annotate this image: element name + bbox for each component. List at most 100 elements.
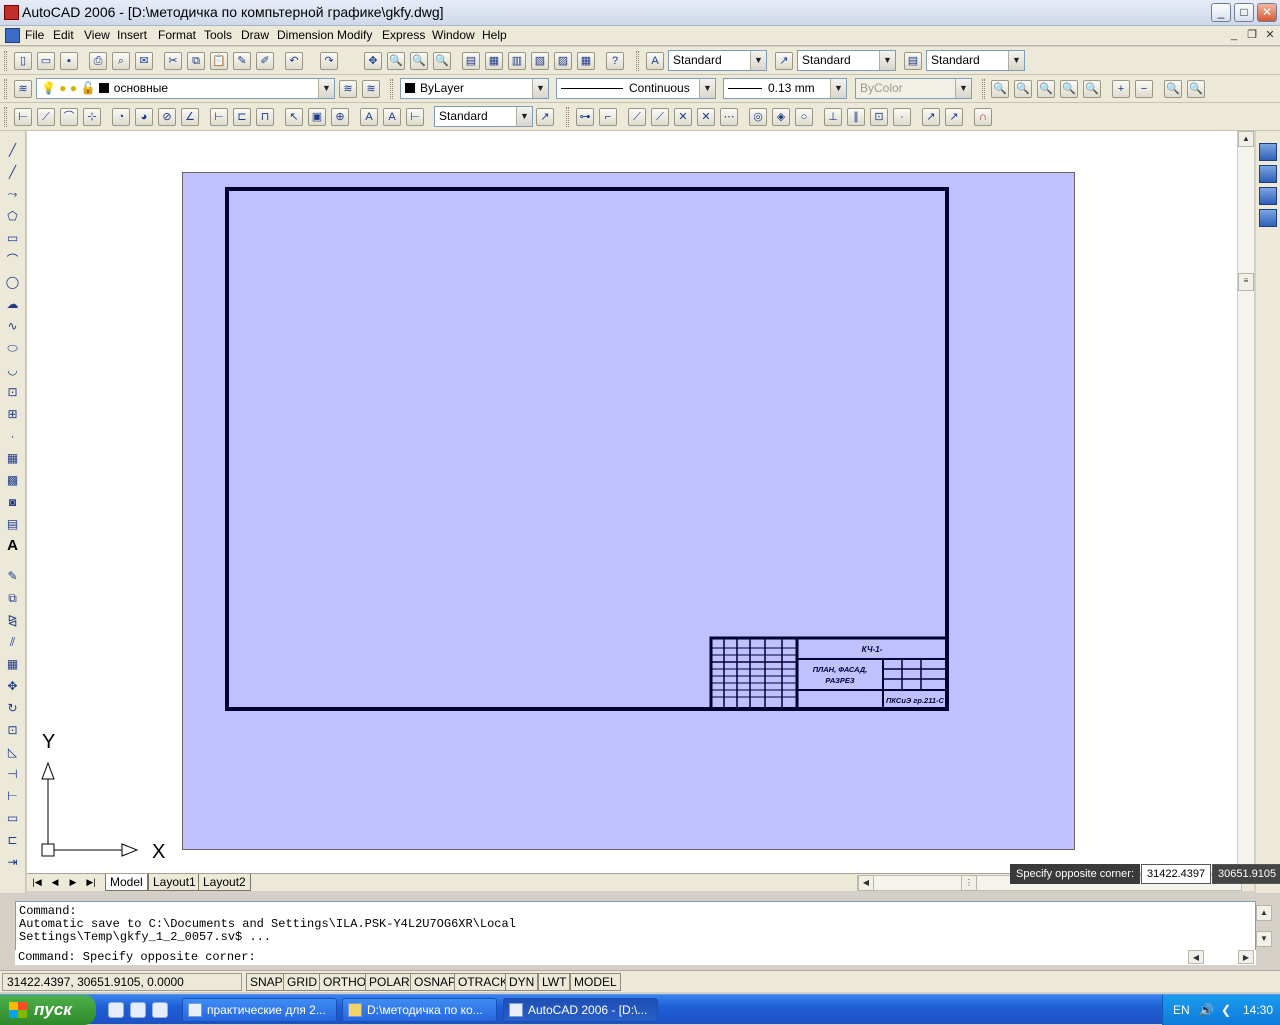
gradient-icon[interactable]: ▩	[3, 471, 22, 489]
insert-block-icon[interactable]: ⊡	[3, 383, 22, 401]
otrack-toggle[interactable]: OTRACK	[454, 973, 513, 991]
toolbar-grip[interactable]	[982, 79, 985, 99]
send-under-icon[interactable]	[1259, 209, 1277, 227]
hatch-icon[interactable]: ▦	[3, 449, 22, 467]
snap-tangent-icon[interactable]: ○	[795, 108, 813, 126]
taskbar-item-autocad[interactable]: AutoCAD 2006 - [D:\...	[503, 998, 658, 1022]
rectangle-icon[interactable]: ▭	[3, 229, 22, 247]
layer-manager-icon[interactable]: ≋	[14, 80, 32, 98]
drawing-area[interactable]: КЧ-1- ПЛАН, ФАСАД, РАЗРЕЗ ПКСиЭ гр.211-С…	[27, 131, 1237, 875]
menu-insert[interactable]: Insert	[117, 28, 147, 42]
color-combo[interactable]: ByLayer ▼	[400, 78, 549, 99]
arc-length-icon[interactable]: ⌒	[60, 108, 78, 126]
help-icon[interactable]: ?	[606, 52, 624, 70]
jogged-dimension-icon[interactable]: ◕	[135, 108, 153, 126]
paste-icon[interactable]: 📋	[210, 52, 228, 70]
scroll-left-icon[interactable]: ◀	[858, 875, 874, 891]
menu-edit[interactable]: Edit	[53, 28, 74, 42]
linear-dimension-icon[interactable]: ⊢	[14, 108, 32, 126]
dimension-update-icon[interactable]: ⊢	[406, 108, 424, 126]
zoom-dynamic-icon[interactable]: 🔍	[1014, 80, 1032, 98]
model-toggle[interactable]: MODEL	[570, 973, 621, 991]
plot-preview-icon[interactable]: ⌕	[112, 52, 130, 70]
menu-draw[interactable]: Draw	[241, 28, 269, 42]
block-editor-icon[interactable]: ✐	[256, 52, 274, 70]
document-icon[interactable]	[5, 28, 20, 43]
point-icon[interactable]: ·	[3, 427, 22, 445]
linetype-combo[interactable]: Continuous ▼	[556, 78, 716, 99]
lineweight-combo[interactable]: 0.13 mm ▼	[723, 78, 847, 99]
menu-file[interactable]: File	[25, 28, 44, 42]
dynamic-input-y[interactable]: 30651.9105	[1212, 864, 1280, 884]
snap-apparent-intersection-icon[interactable]: ✕	[697, 108, 715, 126]
menu-tools[interactable]: Tools	[204, 28, 232, 42]
save-icon[interactable]: ▪	[60, 52, 78, 70]
zoom-window-icon[interactable]: 🔍	[991, 80, 1009, 98]
open-icon[interactable]: ▭	[37, 52, 55, 70]
baseline-dimension-icon[interactable]: ⊏	[233, 108, 251, 126]
stretch-icon[interactable]: ◺	[3, 743, 22, 761]
move-icon[interactable]: ✥	[3, 677, 22, 695]
last-tab-icon[interactable]: ▶|	[83, 875, 99, 890]
dimension-style-manager-icon[interactable]: ↗	[536, 108, 554, 126]
make-object-layer-current-icon[interactable]: ≋	[339, 80, 357, 98]
prev-tab-icon[interactable]: ◀	[47, 875, 63, 890]
start-button[interactable]: пуск	[0, 995, 96, 1025]
pan-icon[interactable]: ✥	[364, 52, 382, 70]
angular-dimension-icon[interactable]: ∠	[181, 108, 199, 126]
tray-expand-icon[interactable]: ❮	[1221, 995, 1231, 1025]
zoom-extents-icon[interactable]: 🔍	[1187, 80, 1205, 98]
tolerance-icon[interactable]: ▣	[308, 108, 326, 126]
publish-icon[interactable]: ✉	[135, 52, 153, 70]
trim-icon[interactable]: ⊣	[3, 765, 22, 783]
horizontal-scroll-thumb[interactable]: ⋮	[961, 875, 977, 891]
circle-icon[interactable]: ◯	[3, 273, 22, 291]
doc-restore-button[interactable]: ❐	[1244, 28, 1260, 43]
dim-style-combo-2[interactable]: Standard ▼	[434, 106, 533, 127]
media-player-quicklaunch-icon[interactable]	[130, 1002, 146, 1018]
tab-layout1[interactable]: Layout1	[148, 874, 201, 891]
close-button[interactable]: ✕	[1257, 3, 1277, 22]
snap-endpoint-icon[interactable]: ⟋	[628, 108, 646, 126]
polar-toggle[interactable]: POLAR	[365, 973, 414, 991]
tab-model[interactable]: Model	[105, 874, 148, 891]
snap-insert-icon[interactable]: ⊡	[870, 108, 888, 126]
menu-format[interactable]: Format	[158, 28, 196, 42]
dynamic-input-x[interactable]: 31422.4397	[1141, 864, 1212, 884]
language-indicator[interactable]: EN	[1173, 995, 1190, 1025]
multiline-text-icon[interactable]: A	[3, 537, 22, 555]
region-icon[interactable]: ◙	[3, 493, 22, 511]
tool-palettes-icon[interactable]: ▥	[508, 52, 526, 70]
autocad-app-icon[interactable]	[4, 5, 19, 20]
sheet-set-icon[interactable]: ▧	[531, 52, 549, 70]
text-style-icon[interactable]: A	[646, 52, 664, 70]
break-icon[interactable]: ▭	[3, 809, 22, 827]
toolbar-grip[interactable]	[390, 79, 393, 99]
lwt-toggle[interactable]: LWT	[538, 973, 571, 991]
undo-icon[interactable]: ↶	[285, 52, 303, 70]
text-style-combo[interactable]: Standard ▼	[668, 50, 767, 71]
menu-view[interactable]: View	[84, 28, 110, 42]
toolbar-grip[interactable]	[4, 107, 7, 127]
scale-icon[interactable]: ⊡	[3, 721, 22, 739]
menu-express[interactable]: Express	[382, 28, 425, 42]
copy-object-icon[interactable]: ⧉	[3, 589, 22, 607]
taskbar-item-word[interactable]: практические для 2...	[182, 998, 337, 1022]
first-tab-icon[interactable]: |◀	[29, 875, 45, 890]
menu-modify[interactable]: Modify	[337, 28, 372, 42]
snap-nearest-icon[interactable]: ↗	[922, 108, 940, 126]
toolbar-grip[interactable]	[566, 107, 569, 127]
menu-help[interactable]: Help	[482, 28, 507, 42]
zoom-in-icon[interactable]: +	[1112, 80, 1130, 98]
dimension-edit-icon[interactable]: A	[360, 108, 378, 126]
ortho-toggle[interactable]: ORTHO	[319, 973, 371, 991]
ellipse-arc-icon[interactable]: ◡	[3, 361, 22, 379]
polyline-icon[interactable]: ⤳	[3, 185, 22, 203]
menu-window[interactable]: Window	[432, 28, 475, 42]
plot-icon[interactable]: ⎙	[89, 52, 107, 70]
temporary-tracking-icon[interactable]: ⊶	[576, 108, 594, 126]
send-to-back-icon[interactable]	[1259, 165, 1277, 183]
continue-dimension-icon[interactable]: ⊓	[256, 108, 274, 126]
zoom-scale-icon[interactable]: 🔍	[1037, 80, 1055, 98]
polygon-icon[interactable]: ⬠	[3, 207, 22, 225]
